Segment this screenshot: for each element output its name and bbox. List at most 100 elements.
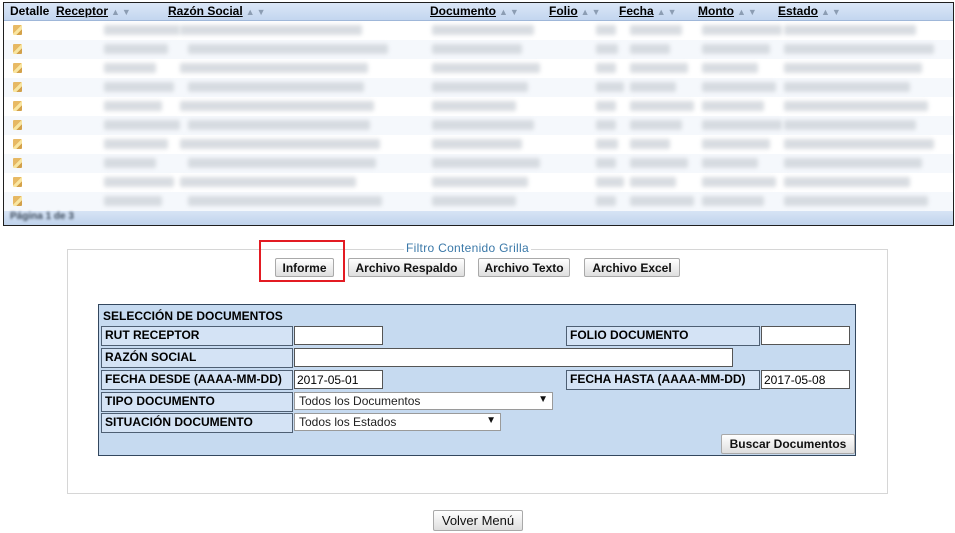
sort-arrows-icon[interactable]: ▲▼	[737, 7, 759, 17]
obscured-cell	[432, 82, 528, 92]
obscured-cell	[432, 25, 534, 35]
rut-receptor-label: RUT RECEPTOR	[101, 326, 293, 346]
situacion-documento-select[interactable]: Todos los Estados ▼	[294, 413, 501, 431]
sort-arrows-icon[interactable]: ▲▼	[499, 7, 521, 17]
obscured-cell	[784, 82, 910, 92]
col-receptor-label[interactable]: Receptor	[56, 4, 108, 18]
detail-edit-icon[interactable]	[13, 25, 22, 35]
tipo-documento-label: TIPO DOCUMENTO	[101, 392, 293, 412]
table-row[interactable]	[4, 97, 953, 116]
detail-edit-icon[interactable]	[13, 139, 22, 149]
col-estado[interactable]: Estado ▲▼	[778, 4, 843, 18]
col-fecha[interactable]: Fecha ▲▼	[619, 4, 679, 18]
obscured-cell	[702, 44, 770, 54]
col-razon-social[interactable]: Razón Social ▲▼	[168, 4, 268, 18]
sort-arrows-icon[interactable]: ▲▼	[581, 7, 603, 17]
grid-pager: Página 1 de 3	[4, 211, 953, 225]
obscured-cell	[630, 101, 694, 111]
table-row[interactable]	[4, 135, 953, 154]
dropdown-caret-icon[interactable]: ▼	[538, 394, 548, 405]
col-monto-label[interactable]: Monto	[698, 4, 734, 18]
situacion-documento-label: SITUACIÓN DOCUMENTO	[101, 413, 293, 433]
obscured-cell	[180, 63, 368, 73]
col-folio[interactable]: Folio ▲▼	[549, 4, 603, 18]
obscured-cell	[432, 120, 534, 130]
obscured-cell	[702, 139, 770, 149]
obscured-cell	[784, 120, 916, 130]
folio-documento-input[interactable]	[761, 326, 850, 345]
obscured-cell	[702, 158, 758, 168]
detail-edit-icon[interactable]	[13, 196, 22, 206]
obscured-cell	[702, 82, 776, 92]
situacion-documento-value: Todos los Estados	[299, 415, 397, 429]
obscured-cell	[702, 101, 764, 111]
grid-header: Detalle Receptor ▲▼ Razón Social ▲▼ Docume…	[4, 3, 953, 21]
obscured-cell	[596, 177, 624, 187]
archivo-respaldo-button[interactable]: Archivo Respaldo	[348, 258, 465, 277]
archivo-excel-button[interactable]: Archivo Excel	[584, 258, 680, 277]
obscured-cell	[104, 120, 180, 130]
selection-title: SELECCIÓN DE DOCUMENTOS	[103, 309, 283, 323]
detail-edit-icon[interactable]	[13, 63, 22, 73]
detail-edit-icon[interactable]	[13, 44, 22, 54]
obscured-cell	[180, 177, 356, 187]
obscured-cell	[596, 120, 616, 130]
col-razon-social-label[interactable]: Razón Social	[168, 4, 243, 18]
table-row[interactable]	[4, 21, 953, 40]
obscured-cell	[596, 139, 618, 149]
obscured-cell	[784, 44, 934, 54]
table-row[interactable]	[4, 173, 953, 192]
rut-receptor-input[interactable]	[294, 326, 383, 345]
table-row[interactable]	[4, 116, 953, 135]
archivo-texto-button[interactable]: Archivo Texto	[478, 258, 570, 277]
obscured-cell	[596, 63, 616, 73]
col-estado-label[interactable]: Estado	[778, 4, 818, 18]
fecha-desde-label: FECHA DESDE (AAAA-MM-DD)	[101, 370, 293, 390]
sort-arrows-icon[interactable]: ▲▼	[246, 7, 268, 17]
sort-arrows-icon[interactable]: ▲▼	[657, 7, 679, 17]
highlight-box	[259, 240, 345, 282]
pager-text[interactable]: Página 1 de 3	[10, 211, 74, 222]
buscar-documentos-button[interactable]: Buscar Documentos	[721, 434, 855, 454]
selection-panel: SELECCIÓN DE DOCUMENTOS RUT RECEPTOR FOL…	[98, 304, 856, 456]
table-row[interactable]	[4, 154, 953, 173]
col-receptor[interactable]: Receptor ▲▼	[56, 4, 133, 18]
filter-legend: Filtro Contenido Grilla	[404, 241, 531, 255]
tipo-documento-select[interactable]: Todos los Documentos ▼	[294, 392, 553, 410]
col-detalle-label: Detalle	[10, 4, 50, 18]
obscured-cell	[596, 158, 616, 168]
obscured-cell	[104, 139, 168, 149]
obscured-cell	[104, 25, 180, 35]
razon-social-input[interactable]	[294, 348, 733, 367]
detail-edit-icon[interactable]	[13, 120, 22, 130]
fecha-desde-input[interactable]	[294, 370, 383, 389]
table-row[interactable]	[4, 59, 953, 78]
sort-arrows-icon[interactable]: ▲▼	[111, 7, 133, 17]
col-folio-label[interactable]: Folio	[549, 4, 578, 18]
detail-edit-icon[interactable]	[13, 82, 22, 92]
col-fecha-label[interactable]: Fecha	[619, 4, 654, 18]
obscured-cell	[432, 158, 540, 168]
table-row[interactable]	[4, 78, 953, 97]
col-documento-label[interactable]: Documento	[430, 4, 496, 18]
col-documento[interactable]: Documento ▲▼	[430, 4, 521, 18]
obscured-cell	[784, 158, 922, 168]
table-row[interactable]	[4, 40, 953, 59]
obscured-cell	[432, 63, 540, 73]
sort-arrows-icon[interactable]: ▲▼	[821, 7, 843, 17]
detail-edit-icon[interactable]	[13, 158, 22, 168]
obscured-cell	[702, 196, 764, 206]
obscured-cell	[630, 158, 688, 168]
razon-social-label: RAZÓN SOCIAL	[101, 348, 293, 368]
detail-edit-icon[interactable]	[13, 101, 22, 111]
table-row[interactable]	[4, 192, 953, 211]
col-monto[interactable]: Monto ▲▼	[698, 4, 759, 18]
detail-edit-icon[interactable]	[13, 177, 22, 187]
obscured-cell	[104, 82, 174, 92]
obscured-cell	[784, 196, 928, 206]
obscured-cell	[784, 139, 934, 149]
volver-menu-button[interactable]: Volver Menú	[433, 510, 523, 531]
dropdown-caret-icon[interactable]: ▼	[486, 415, 496, 426]
obscured-cell	[180, 101, 374, 111]
fecha-hasta-input[interactable]	[761, 370, 850, 389]
